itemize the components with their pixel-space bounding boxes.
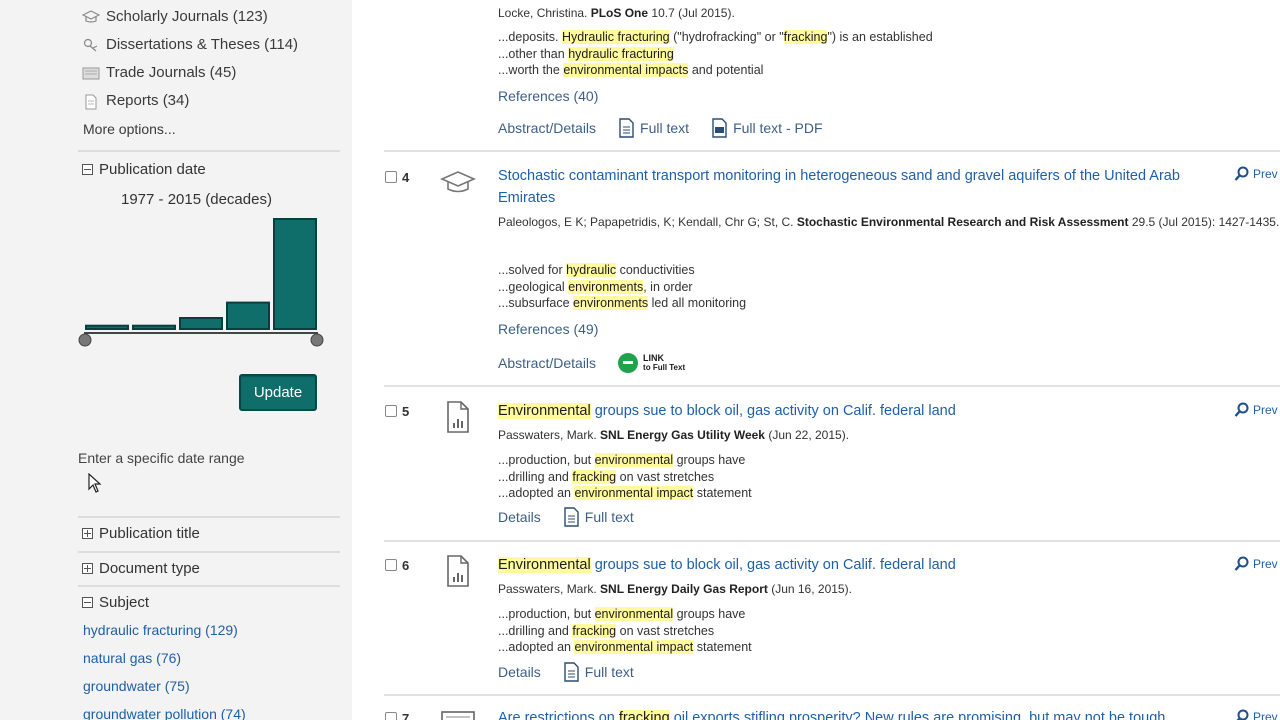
result-number: 7 [402, 711, 410, 720]
subject-item-groundwater[interactable]: groundwater (75) [83, 678, 190, 694]
result-actions: Abstract/Details LINK to Full Text [498, 353, 707, 373]
source-type-reports[interactable]: Reports (34) [82, 92, 189, 109]
histogram-bar[interactable] [132, 324, 176, 330]
result-meta: Locke, Christina. PLoS One 10.7 (Jul 201… [498, 6, 735, 20]
result-title-link[interactable]: Environmental groups sue to block oil, g… [498, 400, 1198, 422]
divider [78, 551, 340, 553]
collapse-icon [82, 597, 93, 608]
result-divider [384, 540, 1280, 542]
magnifier-icon [1236, 709, 1249, 720]
result-actions: Abstract/Details Full text Full text - P… [498, 118, 845, 138]
references-link[interactable]: References (49) [498, 321, 598, 337]
update-button[interactable]: Update [239, 374, 317, 411]
result-title-link[interactable]: Stochastic contaminant transport monitor… [498, 165, 1198, 209]
histogram-bar[interactable] [85, 324, 129, 330]
expand-icon [82, 563, 93, 574]
full-text-pdf-link[interactable]: Full text - PDF [711, 118, 823, 138]
scholarly-journal-icon [440, 171, 476, 193]
magnifier-icon [1234, 556, 1249, 571]
full-text-icon [619, 118, 634, 138]
histogram-bar[interactable] [273, 218, 317, 330]
result-divider [384, 385, 1280, 387]
expand-icon [82, 528, 93, 539]
subject-item-groundwater-pollution[interactable]: groundwater pollution (74) [83, 706, 246, 720]
facet-publication-title-header[interactable]: Publication title [82, 525, 200, 542]
divider [78, 516, 340, 518]
trade-journal-icon [82, 66, 100, 80]
more-options-link[interactable]: More options... [83, 121, 176, 137]
histogram-bar[interactable] [179, 317, 223, 330]
date-range-label: 1977 - 2015 (decades) [121, 191, 272, 208]
journal-icon [81, 9, 101, 24]
result-divider [384, 694, 1280, 696]
link-to-full-text-button[interactable]: LINK to Full Text [618, 353, 685, 373]
slider-handle-start[interactable] [78, 333, 92, 347]
facet-document-type-header[interactable]: Document type [82, 560, 200, 577]
facet-publication-date-header[interactable]: Publication date [82, 161, 206, 178]
subject-item-natural-gas[interactable]: natural gas (76) [83, 650, 181, 666]
full-text-link[interactable]: Full text [618, 118, 689, 138]
result-snippet: ...production, but environmental groups … [498, 453, 752, 500]
references-link[interactable]: References (40) [498, 88, 598, 104]
preview-link[interactable]: Prev [1234, 556, 1278, 572]
details-link[interactable]: Details [498, 664, 541, 680]
abstract-details-link[interactable]: Abstract/Details [498, 355, 596, 371]
result-meta: Passwaters, Mark. SNL Energy Daily Gas R… [498, 582, 852, 596]
result-checkbox[interactable] [385, 405, 397, 417]
magnifier-icon [1234, 402, 1249, 417]
result-title-link[interactable]: Are restrictions on fracking oil exports… [498, 707, 1238, 720]
preview-link[interactable]: Prev [1234, 402, 1278, 418]
facet-subject-header[interactable]: Subject [82, 594, 149, 611]
mouse-cursor-icon [88, 473, 102, 493]
result-checkbox[interactable] [385, 712, 397, 720]
full-text-icon [564, 507, 579, 527]
result-actions: Details Full text [498, 662, 656, 682]
result-checkbox[interactable] [385, 559, 397, 571]
source-type-scholarly-journals[interactable]: Scholarly Journals (123) [81, 8, 268, 25]
report-icon [82, 94, 100, 109]
source-type-dissertations[interactable]: Dissertations & Theses (114) [82, 36, 298, 53]
slider-handle-end[interactable] [310, 333, 324, 347]
full-text-icon [564, 662, 579, 682]
result-snippet: ...production, but environmental groups … [498, 607, 752, 654]
source-type-trade-journals[interactable]: Trade Journals (45) [82, 64, 236, 81]
result-number: 4 [402, 170, 410, 185]
full-text-link[interactable]: Full text [563, 507, 634, 527]
result-snippet: ...deposits. Hydraulic fracturing ("hydr… [498, 30, 933, 77]
result-actions: Details Full text [498, 507, 656, 527]
magnifier-icon [1234, 166, 1249, 181]
result-meta: Passwaters, Mark. SNL Energy Gas Utility… [498, 428, 850, 442]
result-divider [384, 150, 1280, 152]
news-article-icon [447, 555, 469, 587]
divider [78, 150, 340, 152]
results-list: Locke, Christina. PLoS One 10.7 (Jul 201… [352, 0, 1280, 720]
publication-date-histogram [78, 218, 324, 347]
specific-date-range-link[interactable]: Enter a specific date range [78, 450, 245, 466]
dissertation-icon [82, 38, 100, 52]
preview-link[interactable]: Prev [1234, 166, 1278, 182]
abstract-details-link[interactable]: Abstract/Details [498, 120, 596, 136]
filter-sidebar: Scholarly Journals (123) Dissertations &… [78, 0, 350, 720]
result-number: 6 [402, 558, 410, 573]
result-number: 5 [402, 404, 410, 419]
result-meta: Paleologos, E K; Papapetridis, K; Kendal… [498, 215, 1280, 229]
details-link[interactable]: Details [498, 509, 541, 525]
divider [78, 585, 340, 587]
news-article-icon [447, 401, 469, 433]
result-checkbox[interactable] [385, 171, 397, 183]
pdf-icon [712, 118, 727, 138]
link-resolver-icon [618, 353, 639, 373]
collapse-icon [82, 164, 93, 175]
result-title-link[interactable]: Environmental groups sue to block oil, g… [498, 554, 1198, 576]
histogram-bar[interactable] [226, 301, 270, 330]
magazine-icon [441, 711, 475, 720]
result-snippet: ...solved for hydraulic conductivities .… [498, 263, 747, 310]
full-text-link[interactable]: Full text [563, 662, 634, 682]
preview-link[interactable]: Prev [1234, 709, 1278, 720]
subject-item-hydraulic-fracturing[interactable]: hydraulic fracturing (129) [83, 622, 238, 638]
